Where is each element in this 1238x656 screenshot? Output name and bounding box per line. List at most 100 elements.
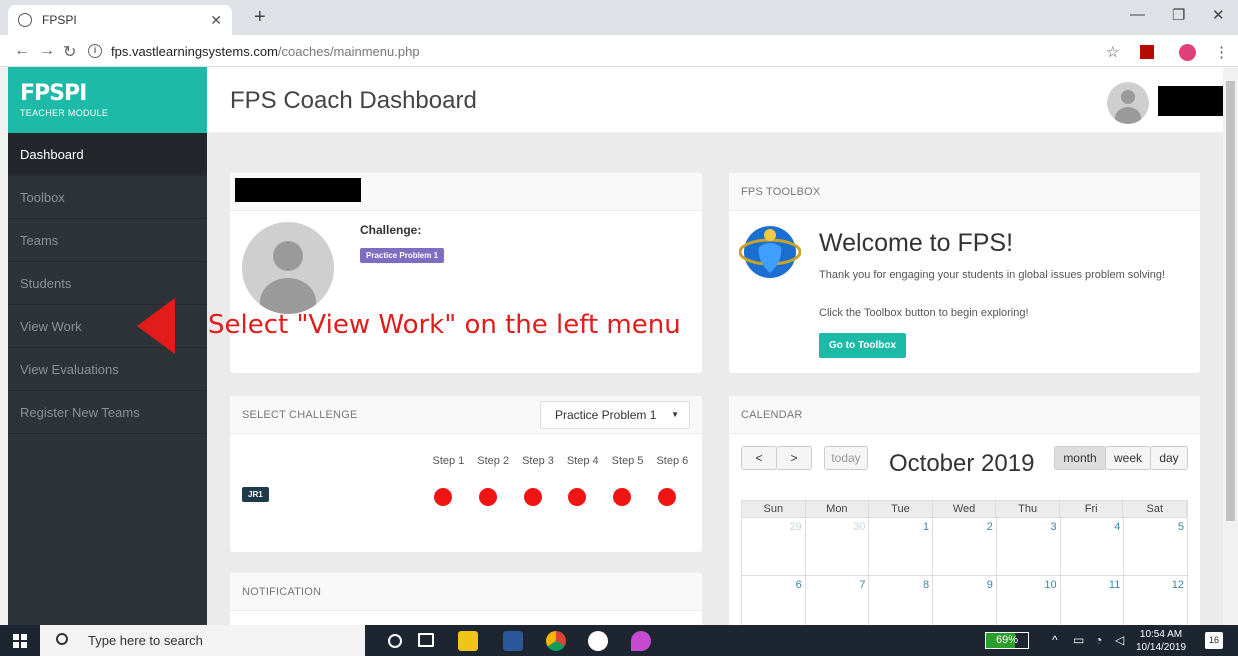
calendar-day-button[interactable]: day: [1150, 446, 1188, 470]
select-challenge-title: SELECT CHALLENGE: [242, 409, 358, 421]
weekday-label: Sun: [742, 501, 806, 517]
task-view-icon[interactable]: [418, 633, 434, 647]
browser-tab[interactable]: FPSPI ✕: [8, 5, 232, 35]
sidebar-item-dashboard[interactable]: Dashboard: [8, 133, 207, 176]
globe-logo-icon: [739, 226, 801, 278]
weekday-label: Mon: [806, 501, 870, 517]
browser-tab-bar: FPSPI ✕ + — ❐ ✕: [0, 0, 1238, 35]
new-tab-button[interactable]: +: [254, 6, 266, 29]
user-avatar[interactable]: [1107, 82, 1149, 124]
team-badge[interactable]: JR1: [242, 487, 269, 502]
taskbar-search[interactable]: Type here to search: [40, 625, 365, 656]
pdf-extension-icon[interactable]: [1140, 45, 1154, 59]
search-icon: [56, 633, 68, 645]
person-icon: [1115, 90, 1141, 124]
challenge-label: Challenge:: [360, 223, 422, 237]
sidebar-item-view-evaluations[interactable]: View Evaluations: [8, 348, 207, 391]
calendar-week-row: 29 30 1 2 3 4 5: [741, 518, 1189, 576]
step-status-dot[interactable]: [568, 488, 587, 506]
brand-subtitle: TEACHER MODULE: [20, 108, 109, 118]
forward-button[interactable]: →: [39, 42, 55, 60]
calendar-prev-button[interactable]: <: [741, 446, 777, 470]
taskbar-clock[interactable]: 10:54 AM 10/14/2019: [1136, 628, 1186, 654]
word-icon[interactable]: [503, 631, 523, 651]
file-explorer-icon[interactable]: [458, 631, 478, 651]
profile-card-header: [230, 173, 702, 211]
calendar-day[interactable]: 3: [996, 518, 1061, 576]
chevron-up-icon[interactable]: ^: [1052, 633, 1058, 647]
weekday-label: Tue: [869, 501, 933, 517]
window-close-button[interactable]: ✕: [1212, 6, 1225, 24]
calendar-day[interactable]: 29: [742, 518, 806, 576]
url-field[interactable]: fps.vastlearningsystems.com/coaches/main…: [111, 44, 420, 59]
chrome-icon[interactable]: [546, 631, 566, 651]
step-status-dot[interactable]: [478, 488, 497, 506]
calendar-day[interactable]: 1: [869, 518, 934, 576]
tab-title: FPSPI: [42, 13, 77, 27]
calendar-month-button[interactable]: month: [1054, 446, 1106, 470]
calendar-week-button[interactable]: week: [1105, 446, 1151, 470]
step-status-row: [434, 488, 703, 506]
scroll-thumb[interactable]: [1226, 81, 1235, 521]
weekday-label: Thu: [996, 501, 1060, 517]
page-scrollbar[interactable]: [1223, 67, 1238, 625]
battery-indicator[interactable]: 69%: [985, 632, 1029, 649]
page-title: FPS Coach Dashboard: [230, 87, 477, 114]
go-to-toolbox-button[interactable]: Go to Toolbox: [819, 333, 907, 358]
info-icon[interactable]: i: [88, 44, 102, 58]
calendar-next-button[interactable]: >: [776, 446, 812, 470]
step-status-dot[interactable]: [434, 488, 452, 506]
profile-icon[interactable]: [1179, 44, 1196, 61]
calendar-card: CALENDAR < > today October 2019 month we…: [729, 396, 1200, 636]
annotation-text: Select "View Work" on the left menu: [208, 310, 681, 340]
calendar-day[interactable]: 2: [933, 518, 997, 576]
notification-center-icon[interactable]: 16: [1205, 632, 1223, 649]
menu-dots-icon[interactable]: ⋮: [1214, 43, 1229, 61]
calendar-grid: Sun Mon Tue Wed Thu Fri Sat 29 30 1 2 3 …: [741, 500, 1189, 634]
weekday-label: Sat: [1123, 501, 1188, 517]
network-icon[interactable]: ▭: [1073, 633, 1084, 647]
minimize-button[interactable]: —: [1130, 6, 1145, 23]
sidebar-item-register-new-teams[interactable]: Register New Teams: [8, 391, 207, 434]
weekday-label: Wed: [933, 501, 997, 517]
calendar-header: CALENDAR: [729, 396, 1200, 434]
sidebar-item-view-work[interactable]: View Work: [8, 305, 207, 348]
back-button[interactable]: ←: [14, 42, 30, 60]
step-label: Step 5: [611, 455, 644, 467]
step-label: Step 3: [522, 455, 554, 467]
calendar-day[interactable]: 5: [1124, 518, 1189, 576]
close-tab-icon[interactable]: ✕: [210, 12, 222, 29]
cortana-icon[interactable]: [388, 634, 402, 648]
step-status-dot[interactable]: [657, 488, 676, 506]
weekday-label: Fri: [1060, 501, 1124, 517]
brand[interactable]: FPSPI TEACHER MODULE: [8, 67, 207, 133]
step-label: Step 4: [566, 455, 599, 467]
step-status-dot[interactable]: [613, 488, 632, 506]
challenge-select-value: Practice Problem 1: [555, 408, 657, 422]
sidebar-item-toolbox[interactable]: Toolbox: [8, 176, 207, 219]
reload-button[interactable]: ↻: [63, 42, 76, 62]
calendar-today-button[interactable]: today: [824, 446, 868, 470]
sidebar-item-students[interactable]: Students: [8, 262, 207, 305]
sidebar-item-teams[interactable]: Teams: [8, 219, 207, 262]
calendar-weekday-row: Sun Mon Tue Wed Thu Fri Sat: [741, 500, 1188, 518]
annotation-arrow: [137, 298, 175, 354]
step-status-dot[interactable]: [523, 488, 542, 506]
challenge-badge[interactable]: Practice Problem 1: [360, 248, 445, 263]
calendar-day[interactable]: 4: [1060, 518, 1125, 576]
url-path: /coaches/mainmenu.php: [277, 44, 420, 59]
calendar-day[interactable]: 30: [805, 518, 870, 576]
main-content: Challenge: Practice Problem 1 FPS TOOLBO…: [207, 133, 1223, 636]
windows-start-icon[interactable]: [13, 634, 27, 648]
star-icon[interactable]: ☆: [1106, 43, 1119, 61]
app-icon[interactable]: [631, 631, 651, 651]
restore-button[interactable]: ❐: [1172, 6, 1185, 24]
challenge-select[interactable]: Practice Problem 1 ▼: [540, 401, 690, 429]
calendar-body: < > today October 2019 month week day Su…: [729, 434, 1200, 634]
volume-icon[interactable]: ◁: [1115, 633, 1124, 647]
profile-avatar: [242, 222, 334, 314]
slack-icon[interactable]: [588, 631, 608, 651]
wifi-icon[interactable]: ◔: [1095, 633, 1102, 647]
toolbox-card-header: FPS TOOLBOX: [729, 173, 1200, 211]
page-header: FPS Coach Dashboard: [207, 67, 1223, 133]
